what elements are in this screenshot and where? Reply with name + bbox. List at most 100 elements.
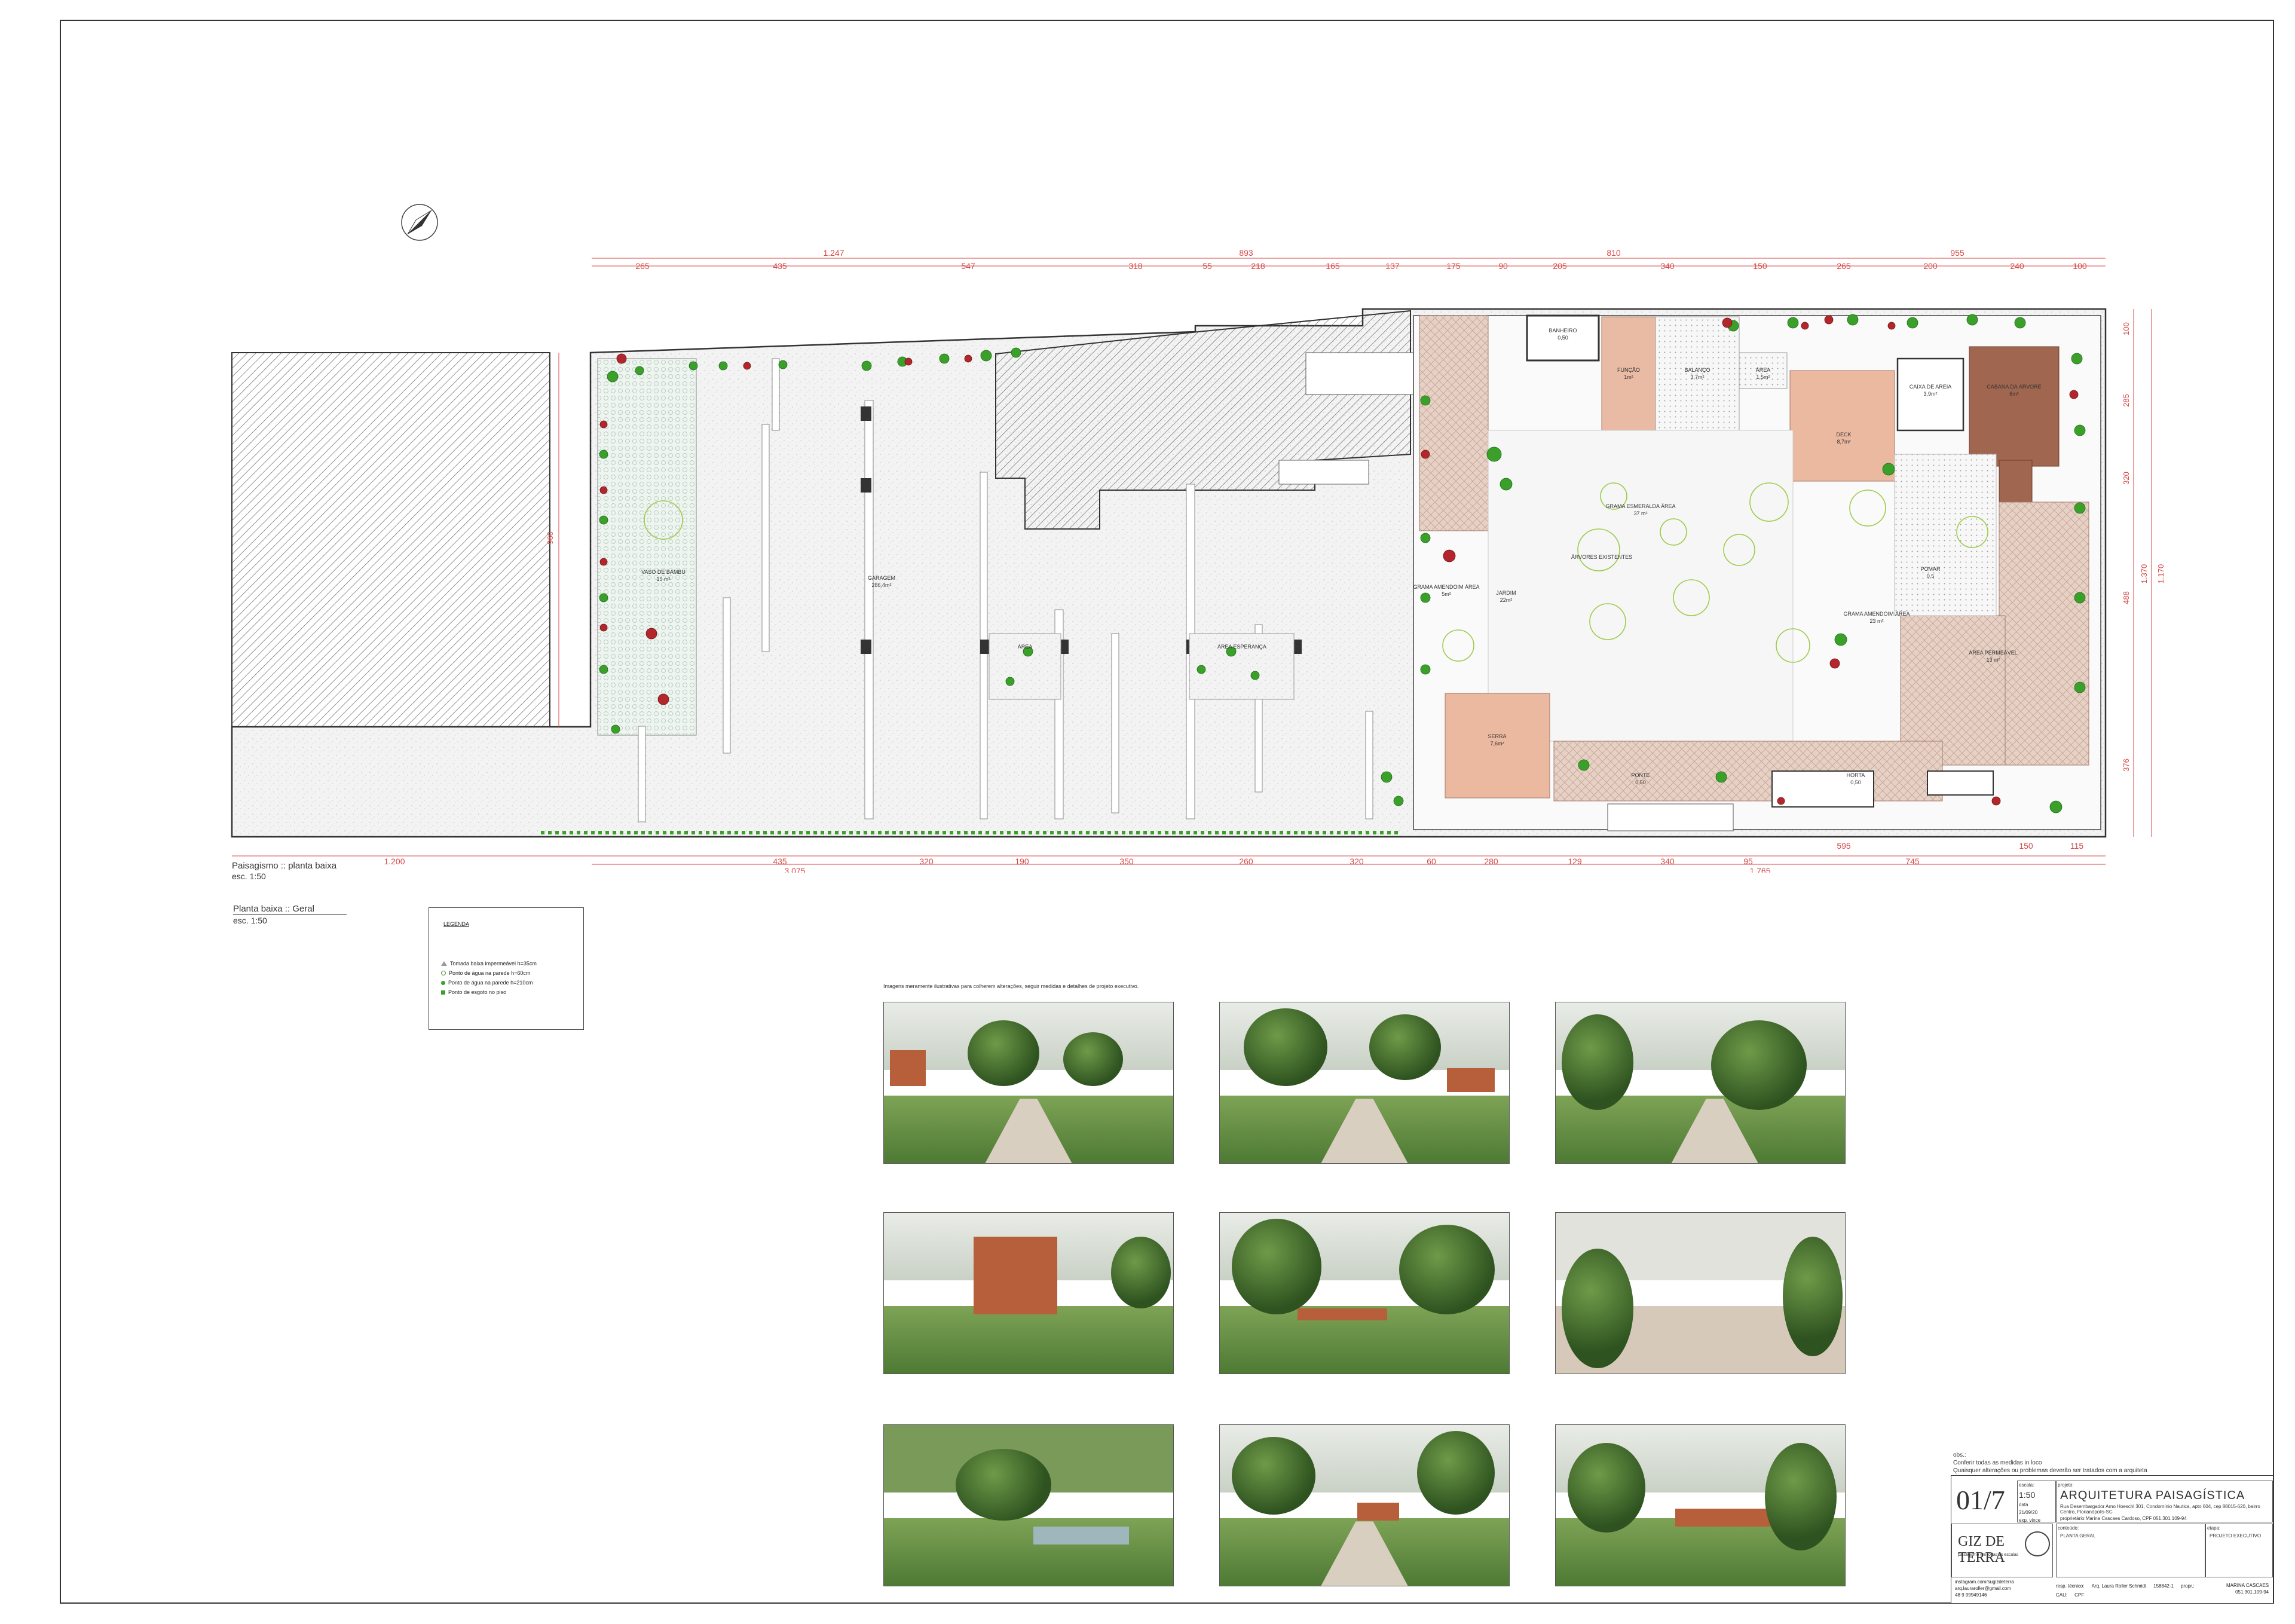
- svg-text:205: 205: [1553, 261, 1567, 271]
- legend-item: Ponto de água na parede h=60cm: [441, 970, 530, 976]
- svg-text:3,7m²: 3,7m²: [1690, 374, 1704, 380]
- svg-text:1.200: 1.200: [384, 857, 405, 866]
- svg-text:547: 547: [961, 261, 975, 271]
- svg-text:165: 165: [1326, 261, 1340, 271]
- render-thumbnail: [1219, 1002, 1510, 1164]
- firm-title: ARQUITETURA PAISAGÍSTICA: [2060, 1489, 2245, 1502]
- svg-text:1m²: 1m²: [1624, 374, 1633, 380]
- open-circle-icon: [441, 971, 446, 975]
- render-thumbnail: [883, 1002, 1174, 1164]
- general-plan-scale: esc. 1:50: [233, 916, 267, 925]
- svg-text:435: 435: [773, 857, 787, 866]
- svg-text:BANHEIRO: BANHEIRO: [1549, 328, 1577, 334]
- svg-text:ÁREA: ÁREA: [1018, 644, 1033, 650]
- responsible-row: resp. técnico: Arq. Laura Roller Schmidt…: [2056, 1583, 2195, 1589]
- svg-text:340: 340: [1660, 261, 1675, 271]
- svg-text:893: 893: [1239, 248, 1253, 258]
- svg-text:1.765: 1.765: [1749, 866, 1770, 873]
- logo-emblem-icon: [2025, 1531, 2050, 1556]
- render-thumbnail: [1555, 1424, 1846, 1586]
- svg-text:260: 260: [1239, 857, 1253, 866]
- stage-value: PROJETO EXECUTIVO: [2210, 1533, 2262, 1539]
- notes-block: obs.: Conferir todas as medidas in loco …: [1953, 1452, 2147, 1474]
- svg-text:320: 320: [1350, 857, 1364, 866]
- svg-text:GRAMA ESMERALDA ÁREA: GRAMA ESMERALDA ÁREA: [1605, 503, 1675, 509]
- svg-text:GRAMA AMENDOIM ÁREA: GRAMA AMENDOIM ÁREA: [1413, 584, 1479, 590]
- svg-text:745: 745: [1905, 857, 1920, 866]
- svg-text:ÁREA ESPERANÇA: ÁREA ESPERANÇA: [1217, 644, 1266, 650]
- svg-text:115: 115: [2070, 841, 2084, 851]
- svg-text:955: 955: [1950, 248, 1964, 258]
- legend-item: Ponto de água na parede h=210cm: [441, 980, 533, 986]
- svg-text:810: 810: [1606, 248, 1621, 258]
- render-thumbnail: [1219, 1424, 1510, 1586]
- svg-text:FUNÇÃO: FUNÇÃO: [1617, 367, 1640, 373]
- svg-text:318: 318: [1128, 261, 1143, 271]
- svg-text:488: 488: [2122, 591, 2131, 604]
- svg-text:350: 350: [1119, 857, 1134, 866]
- date-value: 21/09/20: [2019, 1510, 2038, 1515]
- svg-text:286,4m²: 286,4m²: [871, 582, 891, 588]
- svg-text:22m²: 22m²: [1500, 597, 1513, 603]
- svg-text:240: 240: [2010, 261, 2024, 271]
- owner: proprietário:Marina Cascaes Cardoso, CPF…: [2060, 1516, 2187, 1521]
- svg-text:DECK: DECK: [1836, 432, 1851, 438]
- svg-text:340: 340: [1660, 857, 1675, 866]
- svg-text:150: 150: [2019, 841, 2033, 851]
- svg-text:23 m²: 23 m²: [1869, 618, 1883, 624]
- svg-text:13 m²: 13 m²: [1986, 657, 2000, 663]
- svg-text:8,7m²: 8,7m²: [1837, 439, 1850, 445]
- svg-text:200: 200: [1923, 261, 1938, 271]
- svg-text:1,5m²: 1,5m²: [1756, 374, 1770, 380]
- svg-text:5m²: 5m²: [1442, 591, 1451, 597]
- svg-text:95: 95: [1743, 857, 1753, 866]
- svg-text:265: 265: [1837, 261, 1851, 271]
- renders-note: Imagens meramente ilustrativas para colh…: [883, 983, 1139, 989]
- svg-text:BALANÇO: BALANÇO: [1684, 367, 1710, 373]
- plan-scale: esc. 1:50: [232, 871, 266, 881]
- render-thumbnail: [883, 1424, 1174, 1586]
- svg-text:218: 218: [1251, 261, 1265, 271]
- site-plan-drawing: 1.247 893 810 955 265 435 547 318 55 218…: [231, 204, 2165, 873]
- legend-title: LEGENDA: [443, 921, 470, 927]
- svg-text:0,5: 0,5: [1927, 573, 1935, 579]
- dim-top-total: 1.247: [823, 248, 844, 258]
- svg-text:0,50: 0,50: [1850, 779, 1861, 785]
- svg-text:1.170: 1.170: [2156, 564, 2165, 584]
- sheet-number: 01/7: [1956, 1485, 2005, 1515]
- svg-text:ÁREA: ÁREA: [1756, 367, 1771, 373]
- general-plan-title: Planta baixa :: Geral: [233, 904, 347, 915]
- render-thumbnail: [1555, 1002, 1846, 1164]
- svg-text:0,50: 0,50: [1557, 335, 1568, 341]
- plan-title: Paisagismo :: planta baixa: [232, 861, 337, 871]
- svg-text:1.370: 1.370: [2140, 564, 2149, 584]
- svg-text:320: 320: [919, 857, 934, 866]
- north-arrow-icon: [401, 204, 438, 241]
- svg-text:SERRA: SERRA: [1488, 733, 1506, 739]
- svg-text:ÁRVORES EXISTENTES: ÁRVORES EXISTENTES: [1571, 554, 1632, 560]
- svg-text:CABANA DA ÁRVORE: CABANA DA ÁRVORE: [1987, 384, 2041, 390]
- svg-text:150: 150: [1753, 261, 1767, 271]
- render-gallery: [883, 1002, 1846, 1586]
- svg-text:175: 175: [1446, 261, 1461, 271]
- svg-text:960: 960: [546, 531, 555, 545]
- svg-text:7,6m²: 7,6m²: [1490, 741, 1504, 747]
- svg-text:265: 265: [635, 261, 650, 271]
- svg-text:PONTE: PONTE: [1631, 772, 1650, 778]
- client-info: MARINA CASCAES 051.301.109-94: [2226, 1583, 2269, 1595]
- svg-text:3,9m²: 3,9m²: [1923, 391, 1937, 397]
- svg-text:285: 285: [2122, 394, 2131, 407]
- render-thumbnail: [883, 1212, 1174, 1374]
- address: Rua Desembargador Arno Hoeschl 301, Cond…: [2060, 1504, 2260, 1515]
- svg-text:CAIXA DE AREIA: CAIXA DE AREIA: [1910, 384, 1952, 390]
- title-block: 01/7 escala: 1:50 data 21/09/20 exp. vin…: [1951, 1475, 2273, 1604]
- triangle-outline-icon: [441, 961, 447, 966]
- svg-text:15 m²: 15 m²: [656, 576, 670, 582]
- svg-text:100: 100: [2122, 322, 2131, 335]
- area-label: VASO DE BAMBU: [641, 569, 686, 575]
- contact-info: instagram.com/sugizdeterra arq.lauraroll…: [1955, 1579, 2014, 1598]
- svg-text:55: 55: [1202, 261, 1212, 271]
- svg-text:90: 90: [1498, 261, 1508, 271]
- svg-text:435: 435: [773, 261, 787, 271]
- svg-text:280: 280: [1484, 857, 1498, 866]
